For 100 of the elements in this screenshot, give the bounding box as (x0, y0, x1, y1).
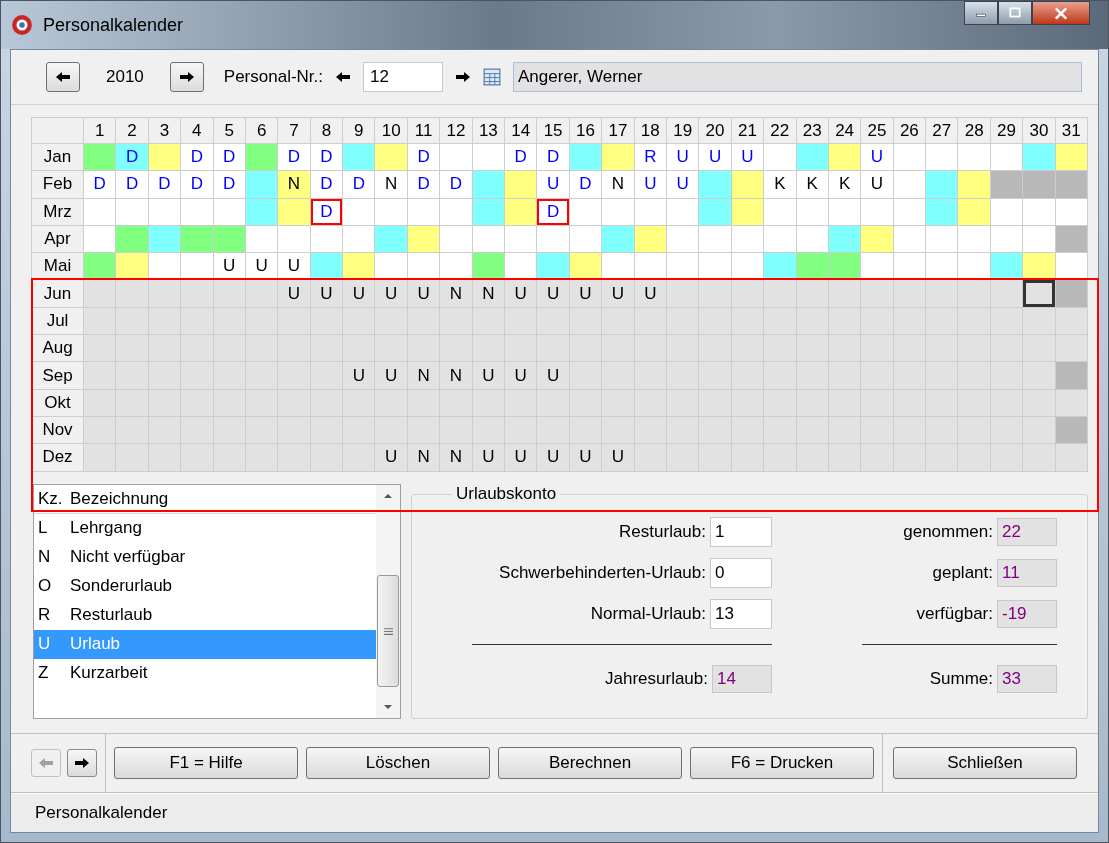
day-cell[interactable] (893, 253, 926, 280)
day-cell[interactable] (472, 171, 505, 198)
day-cell[interactable] (569, 198, 602, 225)
day-cell[interactable] (926, 253, 958, 280)
day-cell[interactable]: N (375, 171, 407, 198)
day-cell[interactable] (343, 144, 375, 171)
forward-button[interactable] (67, 748, 97, 777)
day-cell[interactable] (958, 280, 990, 307)
day-cell[interactable] (278, 444, 310, 471)
day-cell[interactable] (602, 225, 634, 253)
day-cell[interactable] (893, 171, 926, 198)
previous-person-arrow-icon[interactable] (335, 71, 352, 83)
day-cell[interactable]: D (310, 144, 343, 171)
day-cell[interactable] (84, 416, 116, 444)
day-cell[interactable] (84, 225, 116, 253)
day-cell[interactable] (1023, 198, 1055, 225)
scrollbar[interactable] (376, 484, 400, 718)
day-cell[interactable] (699, 280, 731, 307)
day-cell[interactable]: N (440, 362, 472, 389)
day-cell[interactable] (764, 225, 796, 253)
day-cell[interactable]: U (213, 253, 245, 280)
day-cell[interactable] (602, 144, 634, 171)
day-cell[interactable] (634, 253, 666, 280)
day-cell[interactable] (343, 225, 375, 253)
day-cell[interactable] (310, 225, 343, 253)
day-cell[interactable] (1023, 280, 1055, 307)
scroll-up-icon[interactable] (383, 492, 393, 499)
day-cell[interactable] (634, 198, 666, 225)
number-field[interactable]: 13 (710, 598, 772, 629)
day-cell[interactable] (181, 444, 213, 471)
day-cell[interactable] (666, 253, 699, 280)
day-cell[interactable] (926, 198, 958, 225)
day-cell[interactable] (861, 280, 893, 307)
day-cell[interactable] (666, 280, 699, 307)
scroll-down-icon[interactable] (383, 703, 393, 710)
day-cell[interactable]: N (278, 171, 310, 198)
day-cell[interactable] (375, 253, 407, 280)
code-list-item[interactable]: R Resturlaub (34, 600, 376, 630)
day-cell[interactable] (764, 444, 796, 471)
day-cell[interactable]: N (472, 280, 505, 307)
table-icon[interactable] (483, 68, 502, 86)
day-cell[interactable] (148, 280, 181, 307)
day-cell[interactable] (731, 171, 764, 198)
day-cell[interactable] (375, 144, 407, 171)
day-cell[interactable]: N (407, 362, 440, 389)
day-cell[interactable] (1055, 416, 1087, 444)
day-cell[interactable] (893, 144, 926, 171)
day-cell[interactable] (990, 444, 1023, 471)
day-cell[interactable] (926, 171, 958, 198)
day-cell[interactable]: N (440, 280, 472, 307)
day-cell[interactable] (1023, 444, 1055, 471)
day-cell[interactable]: U (731, 144, 764, 171)
day-cell[interactable] (796, 144, 828, 171)
close-dialog-button[interactable]: Schließen (893, 746, 1077, 779)
day-cell[interactable] (1023, 144, 1055, 171)
day-cell[interactable]: U (375, 444, 407, 471)
day-cell[interactable] (84, 253, 116, 280)
day-cell[interactable] (116, 253, 148, 280)
day-cell[interactable] (828, 198, 861, 225)
day-cell[interactable]: U (537, 280, 569, 307)
day-cell[interactable] (84, 389, 116, 416)
day-cell[interactable] (505, 225, 537, 253)
day-cell[interactable] (537, 225, 569, 253)
day-cell[interactable]: U (537, 444, 569, 471)
day-cell[interactable] (796, 253, 828, 280)
day-cell[interactable] (893, 225, 926, 253)
day-cell[interactable] (861, 253, 893, 280)
day-cell[interactable] (505, 198, 537, 225)
day-cell[interactable] (1055, 144, 1087, 171)
day-cell[interactable]: D (213, 171, 245, 198)
day-cell[interactable] (699, 253, 731, 280)
day-cell[interactable] (666, 444, 699, 471)
day-cell[interactable]: D (343, 171, 375, 198)
day-cell[interactable] (181, 198, 213, 225)
maximize-button[interactable] (998, 1, 1032, 25)
day-cell[interactable] (926, 444, 958, 471)
day-cell[interactable] (666, 198, 699, 225)
day-cell[interactable] (699, 225, 731, 253)
day-cell[interactable] (1023, 389, 1055, 416)
day-cell[interactable] (958, 253, 990, 280)
day-cell[interactable]: U (472, 444, 505, 471)
day-cell[interactable] (569, 253, 602, 280)
day-cell[interactable] (440, 198, 472, 225)
day-cell[interactable] (569, 144, 602, 171)
day-cell[interactable]: U (278, 253, 310, 280)
day-cell[interactable] (1023, 171, 1055, 198)
day-cell[interactable] (893, 444, 926, 471)
day-cell[interactable] (1023, 362, 1055, 389)
day-cell[interactable] (731, 444, 764, 471)
day-cell[interactable]: U (666, 171, 699, 198)
day-cell[interactable]: U (505, 362, 537, 389)
day-cell[interactable] (375, 225, 407, 253)
day-cell[interactable] (958, 198, 990, 225)
day-cell[interactable] (828, 225, 861, 253)
day-cell[interactable] (828, 444, 861, 471)
minimize-button[interactable] (964, 1, 998, 25)
day-cell[interactable] (666, 225, 699, 253)
day-cell[interactable] (1023, 307, 1055, 335)
day-cell[interactable] (148, 444, 181, 471)
day-cell[interactable] (990, 225, 1023, 253)
